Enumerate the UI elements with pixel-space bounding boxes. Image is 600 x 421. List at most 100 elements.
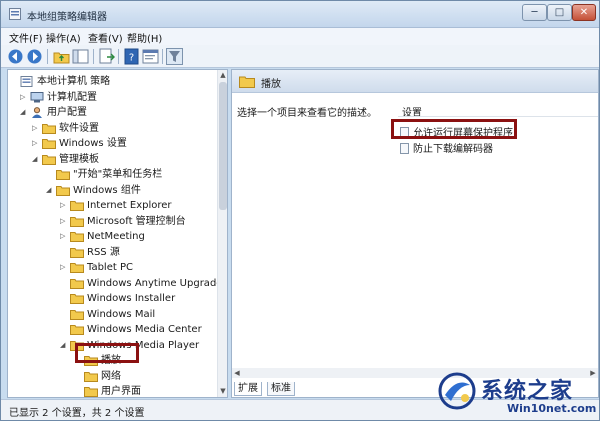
folder-icon [56, 185, 70, 196]
menu-help[interactable]: 帮助(H) [127, 30, 162, 45]
tree-item[interactable]: "开始"菜单和任务栏 [46, 167, 162, 182]
tree-item-label: 软件设置 [59, 122, 99, 134]
tree-item[interactable]: ▷ Microsoft 管理控制台 [60, 214, 186, 229]
tree-item[interactable]: Windows Mail [60, 307, 155, 322]
tree-item-label: 本地计算机 策略 [37, 76, 111, 87]
folder-icon [70, 278, 84, 289]
tab-extended[interactable]: 扩展 [234, 382, 262, 396]
properties-icon[interactable] [142, 48, 159, 65]
tree-item[interactable]: ▷ 软件设置 [32, 121, 99, 136]
folder-icon [70, 201, 84, 211]
tree-item[interactable]: 用户界面 [74, 384, 141, 397]
watermark: 系统之家 Win10net.com [437, 369, 599, 419]
tree-item[interactable]: Windows Media Center [60, 322, 202, 337]
menu-view[interactable]: 查看(V) [88, 30, 123, 45]
expand-icon[interactable]: ▷ [32, 136, 42, 151]
tree-item-label: NetMeeting [87, 231, 145, 242]
settings-pane-header: 播放 [232, 70, 598, 93]
tree-item-label: Windows 设置 [59, 138, 127, 149]
folder-icon [70, 247, 84, 258]
svg-text:?: ? [129, 53, 134, 64]
column-divider [398, 116, 598, 117]
tree-item[interactable]: 本地计算机 策略 [10, 74, 110, 89]
tree-item[interactable]: ▷ Tablet PC [60, 260, 133, 275]
highlight-box-tree [75, 343, 139, 363]
show-hide-tree-icon[interactable] [72, 48, 89, 65]
maximize-button[interactable]: □ [547, 4, 572, 21]
toolbar-separator [162, 49, 163, 64]
computer-icon [30, 91, 44, 102]
tree-item[interactable]: ◢ 管理模板 [32, 152, 99, 167]
collapse-icon[interactable]: ◢ [32, 152, 42, 167]
tree-scrollbar[interactable]: ▲ ▼ [217, 70, 227, 397]
scroll-down-icon[interactable]: ▼ [218, 386, 227, 396]
tree-item[interactable]: ◢ 用户配置 [20, 105, 87, 120]
expand-icon[interactable]: ▷ [60, 229, 70, 244]
tree-item[interactable]: ▷ Windows 设置 [32, 136, 127, 151]
folder-icon [56, 170, 70, 180]
tree-item-label: Windows 组件 [73, 184, 141, 196]
collapse-icon[interactable]: ◢ [46, 183, 56, 198]
app-window: 本地组策略编辑器 ─ □ ✕ 文件(F) 操作(A) 查看(V) 帮助(H) ? [0, 0, 600, 421]
filter-icon[interactable] [166, 48, 183, 65]
menu-file[interactable]: 文件(F) [9, 30, 43, 45]
expand-icon[interactable]: ▷ [60, 198, 70, 213]
folder-icon [70, 232, 84, 242]
folder-icon [42, 154, 56, 165]
tree-item[interactable]: RSS 源 [60, 245, 120, 260]
export-list-icon[interactable] [98, 48, 115, 65]
up-folder-icon[interactable] [53, 48, 70, 65]
status-text: 已显示 2 个设置，共 2 个设置 [9, 408, 145, 419]
tree-item[interactable]: ▷ NetMeeting [60, 229, 145, 244]
collapse-icon[interactable]: ◢ [60, 338, 70, 353]
minimize-button[interactable]: ─ [522, 4, 547, 21]
folder-icon [70, 216, 84, 227]
toolbar-separator [118, 49, 119, 64]
folder-icon [42, 139, 56, 149]
tree-item-label: Microsoft 管理控制台 [87, 215, 186, 227]
policy-app-icon [9, 8, 21, 20]
tree-item-label: 用户界面 [101, 386, 141, 397]
folder-icon [70, 325, 84, 335]
tree-item-label: Windows Mail [87, 308, 156, 320]
scroll-left-icon[interactable]: ◀ [232, 368, 242, 378]
menu-action[interactable]: 操作(A) [46, 30, 81, 45]
scroll-up-icon[interactable]: ▲ [218, 70, 227, 80]
window-title: 本地组策略编辑器 [27, 12, 107, 23]
tree-item-label: Windows Media Center [87, 324, 202, 335]
title-bar[interactable]: 本地组策略编辑器 ─ □ ✕ [1, 1, 599, 28]
expand-icon[interactable]: ▷ [60, 260, 70, 275]
watermark-logo-icon [438, 372, 476, 410]
back-icon[interactable] [7, 48, 24, 65]
tree-item-label: Internet Explorer [87, 200, 172, 211]
tree-item[interactable]: ▷ Internet Explorer [60, 198, 172, 213]
tree-item[interactable]: Windows Anytime Upgrade [60, 276, 222, 291]
tree-item[interactable]: Windows Installer [60, 291, 175, 306]
close-button[interactable]: ✕ [572, 4, 596, 21]
folder-icon [70, 294, 84, 304]
tree-item-label: Tablet PC [87, 262, 133, 273]
expand-icon[interactable]: ▷ [20, 90, 30, 105]
help-icon[interactable]: ? [123, 48, 140, 65]
tree-item[interactable]: ▷ 计算机配置 [20, 90, 97, 105]
folder-icon [84, 387, 98, 397]
tab-standard[interactable]: 标准 [267, 382, 295, 396]
tree-item-label: 管理模板 [59, 153, 99, 165]
setting-prevent-codec-download[interactable]: 防止下载编解码器 [400, 140, 493, 155]
tree-item[interactable]: ◢ Windows 组件 [46, 183, 141, 198]
description-text: 选择一个项目来查看它的描述。 [237, 108, 377, 119]
user-icon [32, 107, 42, 118]
folder-icon [70, 309, 84, 320]
setting-label: 防止下载编解码器 [413, 144, 493, 155]
tree-item[interactable]: 网络 [74, 369, 121, 384]
forward-icon[interactable] [26, 48, 43, 65]
collapse-icon[interactable]: ◢ [20, 105, 30, 120]
policy-icon [20, 76, 33, 87]
watermark-en: Win10net.com [507, 402, 597, 415]
folder-icon [239, 76, 255, 88]
scrollbar-thumb[interactable] [219, 82, 227, 210]
expand-icon[interactable]: ▷ [60, 214, 70, 229]
expand-icon[interactable]: ▷ [32, 121, 42, 136]
tree-item-label: 用户配置 [47, 107, 87, 118]
watermark-cn: 系统之家 [481, 379, 574, 404]
